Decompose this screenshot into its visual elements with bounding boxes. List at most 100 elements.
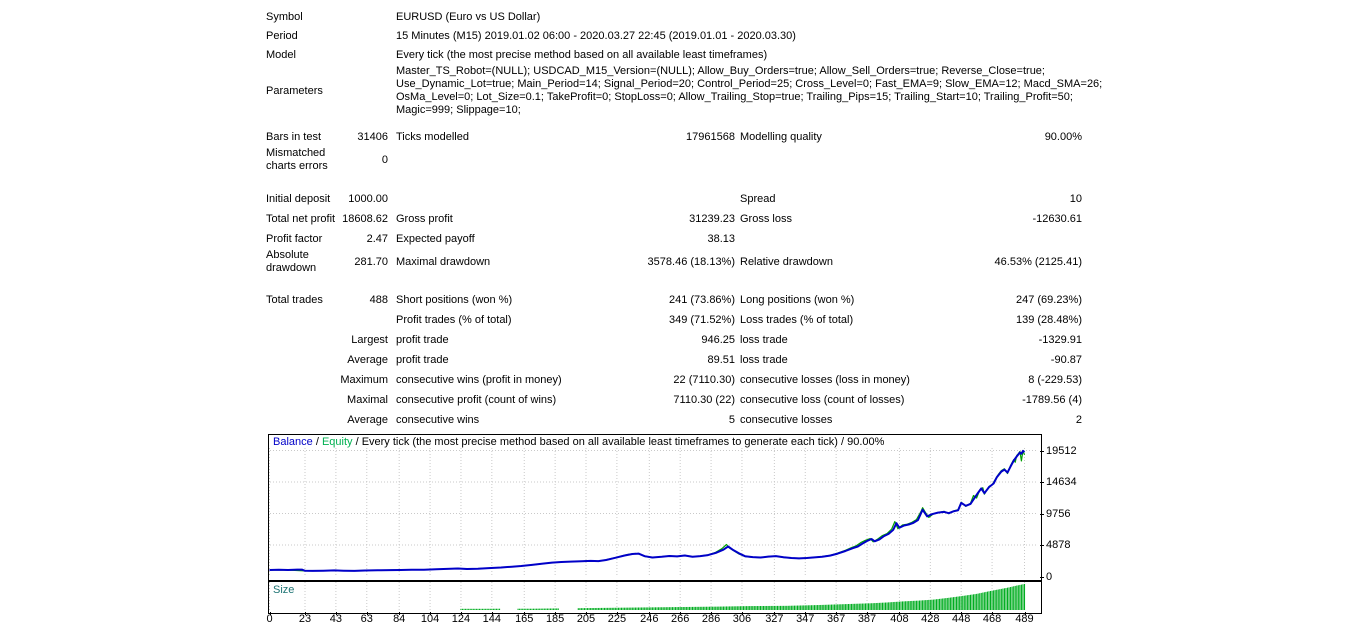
report-value: 89.51 <box>707 353 735 366</box>
size-bar <box>881 602 884 610</box>
size-bar <box>480 608 482 610</box>
size-bar <box>692 606 694 610</box>
size-bar <box>1013 586 1015 610</box>
size-bar <box>877 602 879 610</box>
size-bar <box>869 603 871 610</box>
report-value: 0 <box>381 153 388 166</box>
report-value: Largest <box>351 333 388 346</box>
size-bar <box>735 606 737 610</box>
x-axis-tick-label: 489 <box>1015 613 1034 625</box>
size-bar <box>931 599 933 610</box>
report-row: Symbol EURUSD (Euro vs US Dollar) <box>266 8 1082 27</box>
x-axis-tick-mark <box>399 612 401 615</box>
size-bar <box>807 605 809 610</box>
size-bar <box>835 604 837 610</box>
size-bar <box>499 608 501 610</box>
size-chart-panel: Size <box>268 581 1042 614</box>
size-bar <box>701 606 703 610</box>
size-bar <box>996 589 998 610</box>
size-chart-label: Size <box>273 584 295 596</box>
size-bar <box>965 595 967 610</box>
x-axis-tick-mark <box>774 612 776 615</box>
report-value: 17961568 <box>686 130 735 143</box>
size-bar <box>600 607 602 610</box>
size-bar <box>744 606 746 610</box>
size-bar <box>906 601 908 610</box>
report-row: Profit trades (% of total) 349 (71.52%) Lo… <box>266 310 1082 330</box>
size-bar <box>766 605 768 610</box>
size-bar <box>783 605 785 610</box>
x-axis-tick-label: 84 <box>393 613 406 625</box>
size-bar <box>634 607 636 610</box>
size-bar <box>673 607 675 610</box>
size-bar <box>855 603 857 610</box>
report-value: -12630.61 <box>1032 212 1082 225</box>
size-bar <box>973 594 975 610</box>
report-value-wide: Every tick (the most precise method base… <box>396 49 768 61</box>
size-bar <box>829 604 831 610</box>
size-bar <box>939 598 941 610</box>
size-bar <box>658 607 660 610</box>
size-bar <box>1020 584 1022 610</box>
size-bar <box>971 594 973 610</box>
size-bar <box>894 601 896 610</box>
x-axis-tick-label: 327 <box>765 613 784 625</box>
size-bar <box>957 596 959 610</box>
size-bar <box>542 608 544 610</box>
size-bar <box>827 604 829 610</box>
size-bar <box>641 607 643 610</box>
legend-equity-label: Equity <box>321 436 353 448</box>
size-bar <box>1002 588 1004 610</box>
size-bar <box>695 606 697 610</box>
report-value: 281.70 <box>354 255 388 268</box>
size-bar <box>553 608 555 610</box>
x-axis-tick-mark <box>305 612 306 615</box>
x-axis-tick-mark <box>711 612 713 615</box>
size-bar <box>522 608 524 610</box>
size-bar <box>554 608 556 610</box>
report-row: Total trades 488 Short positions (won %) 24… <box>266 290 1082 310</box>
report-value: 2 <box>1075 413 1082 426</box>
x-axis-tick-mark <box>649 612 651 615</box>
size-bar <box>891 602 893 610</box>
report-value: Average <box>347 353 388 366</box>
size-bar <box>852 603 854 610</box>
report-value: -1789.56 (4) <box>1022 393 1082 406</box>
size-bar <box>614 607 616 610</box>
size-bar <box>525 608 527 610</box>
x-axis-tick-label: 0 <box>266 613 273 625</box>
size-bar <box>868 603 870 610</box>
size-bar <box>942 598 944 610</box>
report-value: Average <box>347 413 388 426</box>
size-bar <box>704 606 706 610</box>
size-bar <box>759 606 762 610</box>
size-bar <box>790 605 792 610</box>
report-row: Parameters Master_TS_Robot=(NULL); USDCAD… <box>266 65 1102 117</box>
size-bar <box>749 606 751 610</box>
report-row: Initial deposit 1000.00 Spread 10 <box>266 189 1082 209</box>
size-bar <box>858 603 860 610</box>
report-row: Average profit trade 89.51 loss trade -90.87 <box>266 350 1082 370</box>
size-bar <box>838 604 840 610</box>
size-bar <box>892 602 894 610</box>
chart-legend: Balance / Equity / Every tick (the most … <box>273 436 884 448</box>
size-bar <box>883 602 885 610</box>
size-bar <box>463 608 465 610</box>
size-bar <box>908 601 910 610</box>
size-bar <box>690 606 692 610</box>
report-label: Parameters <box>266 84 323 97</box>
size-bar <box>685 606 687 610</box>
x-axis-tick-label: 468 <box>982 613 1002 625</box>
report-label: consecutive wins <box>396 413 480 426</box>
size-bar <box>699 606 701 610</box>
report-value: 241 (73.86%) <box>668 293 735 306</box>
size-bar <box>725 606 728 610</box>
report-label: Profit trades (% of total) <box>396 313 512 326</box>
size-bar <box>613 607 615 610</box>
x-axis-tick-label: 428 <box>921 613 940 625</box>
size-bar <box>648 607 650 610</box>
report-row: Bars in test 31406 Ticks modelled 17961568 M… <box>266 127 1082 147</box>
size-bar <box>661 607 663 610</box>
size-bar <box>580 608 582 610</box>
size-bar <box>579 608 581 610</box>
